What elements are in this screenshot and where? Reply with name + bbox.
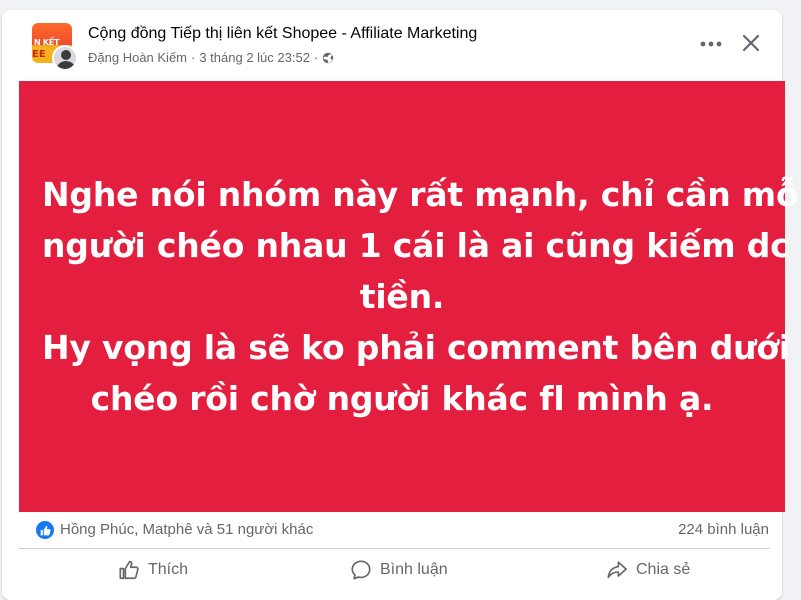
action-bar: Thích Bình luận Chia sẻ <box>2 552 782 590</box>
post-header: N KẾT EE Cộng đồng Tiếp thị liên kết Sho… <box>2 10 782 80</box>
reactions-bar: Hồng Phúc, Matphê và 51 người khác 224 b… <box>2 518 782 544</box>
author-name-link[interactable]: Đặng Hoàn Kiếm <box>88 50 187 65</box>
thumbs-up-icon[interactable] <box>36 521 54 539</box>
post-text-line: Nghe nói nhóm này rất mạnh, chỉ cần mỗi <box>42 175 801 214</box>
author-avatar[interactable] <box>52 45 78 71</box>
comment-bubble-icon <box>351 560 371 580</box>
close-icon <box>742 34 760 52</box>
share-button[interactable]: Chia sẻ <box>606 552 690 588</box>
comment-label: Bình luận <box>380 561 448 578</box>
like-button[interactable]: Thích <box>118 552 188 588</box>
like-label: Thích <box>148 561 189 578</box>
group-avatar-text-2: EE <box>32 49 46 60</box>
meta-separator-2: · <box>313 50 319 65</box>
group-avatar-text: N KẾT <box>34 38 60 47</box>
comment-count-link[interactable]: 224 bình luận <box>678 521 769 538</box>
share-arrow-icon <box>607 561 627 579</box>
thumbs-up-outline-icon <box>119 560 139 580</box>
more-horizontal-icon <box>700 41 722 47</box>
more-options-button[interactable] <box>694 30 728 58</box>
group-name-link[interactable]: Cộng đồng Tiếp thị liên kết Shopee - Aff… <box>88 25 477 43</box>
globe-icon[interactable] <box>322 52 334 64</box>
avatar-body-shape <box>56 61 76 69</box>
post-image-text: Nghe nói nhóm này rất mạnh, chỉ cần mỗi … <box>42 169 801 424</box>
share-label: Chia sẻ <box>636 561 691 578</box>
post-text-line: người chéo nhau 1 cái là ai cũng kiếm dc <box>42 226 790 265</box>
post-text-line: Hy vọng là sẽ ko phải comment bên dưới <box>42 328 791 367</box>
avatar-head-shape <box>61 50 71 60</box>
post-text-image[interactable]: Nghe nói nhóm này rất mạnh, chỉ cần mỗi … <box>19 81 801 512</box>
post-text-line: chéo rồi chờ người khác fl mình ạ. <box>90 379 714 418</box>
post-meta: Đặng Hoàn Kiếm · 3 tháng 2 lúc 23:52 · <box>88 50 334 65</box>
post-card: N KẾT EE Cộng đồng Tiếp thị liên kết Sho… <box>2 10 801 600</box>
avatar-stack[interactable]: N KẾT EE <box>32 23 78 71</box>
divider <box>19 548 770 549</box>
post-timestamp-link[interactable]: 3 tháng 2 lúc 23:52 <box>199 50 310 65</box>
meta-separator: · <box>191 50 196 65</box>
thumbs-up-glyph-icon <box>40 525 51 535</box>
close-button[interactable] <box>736 28 766 58</box>
post-text-line: tiền. <box>359 277 445 316</box>
comment-button[interactable]: Bình luận <box>350 552 448 588</box>
reaction-names-link[interactable]: Hồng Phúc, Matphê và 51 người khác <box>60 521 313 538</box>
